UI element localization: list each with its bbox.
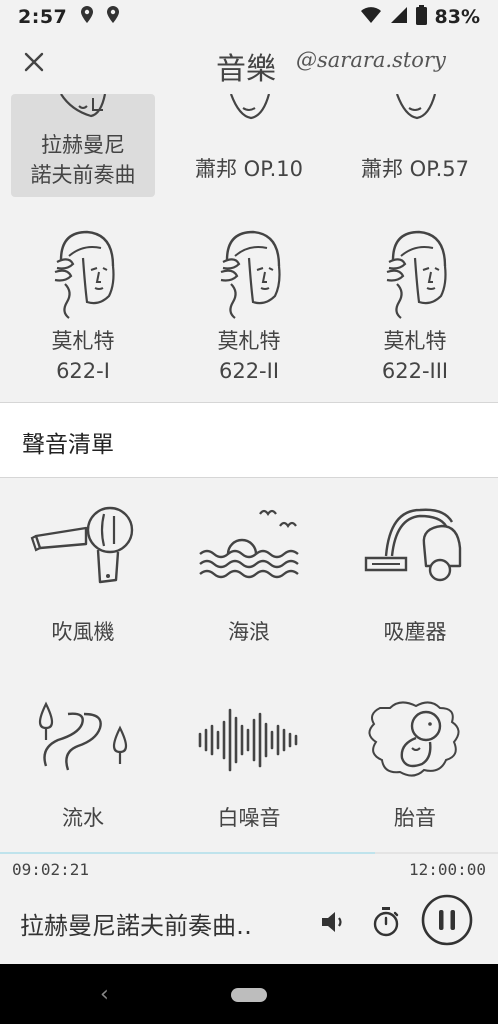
composer-portrait-icon — [343, 94, 487, 130]
location-pin-icon — [79, 5, 95, 29]
system-nav-bar: ‹ — [0, 964, 498, 1024]
sound-list-header: 聲音清單 — [0, 403, 498, 477]
sound-item-hair-dryer[interactable]: 吹風機 — [0, 500, 166, 646]
location-pin-icon — [105, 5, 121, 29]
music-item-label-line1: 莫札特 — [383, 329, 447, 353]
music-item-rachmaninoff[interactable]: 拉赫曼尼 諾夫前奏曲 — [11, 94, 155, 197]
hair-dryer-icon — [0, 500, 166, 590]
sound-item-fetus[interactable]: 胎音 — [332, 700, 498, 832]
sound-item-flowing-water[interactable]: 流水 — [0, 700, 166, 832]
flowing-water-icon — [0, 700, 166, 780]
playback-progress-bar[interactable] — [0, 852, 498, 854]
home-pill[interactable] — [231, 988, 267, 1002]
music-grid: 拉赫曼尼 諾夫前奏曲 蕭邦 OP.10 蕭邦 OP.57 莫札特 622-I 莫… — [0, 94, 498, 402]
close-button[interactable] — [16, 46, 52, 82]
music-item-label-line1: 莫札特 — [51, 329, 115, 353]
composer-portrait-icon — [11, 94, 155, 130]
music-item-label-line1: 拉赫曼尼 — [41, 133, 125, 157]
elapsed-time: 09:02:21 — [12, 860, 90, 879]
music-item-label-line2: 諾夫前奏曲 — [30, 163, 136, 187]
sound-grid: 吹風機 海浪 吸塵器 流水 白噪音 胎音 — [0, 478, 498, 852]
music-item-label: 蕭邦 OP.10 — [195, 157, 303, 181]
sound-item-label: 白噪音 — [217, 806, 281, 830]
status-bar: 2:57 83% — [0, 0, 498, 34]
pause-button[interactable] — [421, 894, 473, 950]
music-item-mozart-622-3[interactable]: 莫札特 622-III — [343, 226, 487, 386]
page-title: 音樂 — [216, 52, 276, 87]
mozart-portrait-icon — [11, 226, 155, 320]
volume-icon — [318, 908, 346, 940]
music-item-label-line1: 莫札特 — [217, 329, 281, 353]
stopwatch-icon — [372, 906, 400, 942]
volume-button[interactable] — [314, 906, 350, 942]
music-item-label: 蕭邦 OP.57 — [361, 157, 469, 181]
music-item-label-line2: 622-II — [218, 359, 280, 383]
battery-percent: 83% — [434, 6, 480, 28]
vacuum-cleaner-icon — [332, 500, 498, 590]
music-item-mozart-622-1[interactable]: 莫札特 622-I — [11, 226, 155, 386]
playback-progress-fill — [0, 852, 376, 854]
ocean-waves-icon — [166, 500, 332, 590]
sound-item-vacuum[interactable]: 吸塵器 — [332, 500, 498, 646]
sound-item-label: 吹風機 — [51, 620, 115, 644]
pause-icon — [421, 894, 473, 950]
close-icon — [24, 52, 44, 76]
timer-button[interactable] — [368, 904, 404, 944]
fetus-icon — [332, 700, 498, 780]
sound-item-label: 流水 — [62, 806, 104, 830]
white-noise-icon — [166, 700, 332, 780]
app-header: 音樂 @sarara.story — [0, 34, 498, 94]
wifi-icon — [360, 6, 382, 28]
composer-portrait-icon — [177, 94, 321, 130]
mozart-portrait-icon — [343, 226, 487, 320]
sound-item-ocean-waves[interactable]: 海浪 — [166, 500, 332, 646]
sound-item-label: 胎音 — [394, 806, 436, 830]
status-time: 2:57 — [18, 6, 68, 28]
music-item-chopin-op57[interactable]: 蕭邦 OP.57 — [343, 94, 487, 197]
total-time: 12:00:00 — [408, 860, 486, 879]
music-item-label-line2: 622-I — [56, 359, 110, 383]
battery-icon — [415, 5, 427, 29]
music-item-mozart-622-2[interactable]: 莫札特 622-II — [177, 226, 321, 386]
back-chevron-icon[interactable]: ‹ — [100, 982, 109, 1007]
watermark: @sarara.story — [296, 48, 446, 72]
sound-item-white-noise[interactable]: 白噪音 — [166, 700, 332, 832]
sound-item-label: 海浪 — [228, 620, 270, 644]
section-title: 聲音清單 — [22, 432, 114, 458]
mozart-portrait-icon — [177, 226, 321, 320]
cell-signal-icon — [390, 6, 408, 28]
now-playing-title[interactable]: 拉赫曼尼諾夫前奏曲‥ — [20, 906, 290, 941]
music-item-chopin-op10[interactable]: 蕭邦 OP.10 — [177, 94, 321, 197]
music-item-label-line2: 622-III — [381, 359, 449, 383]
sound-item-label: 吸塵器 — [383, 620, 447, 644]
